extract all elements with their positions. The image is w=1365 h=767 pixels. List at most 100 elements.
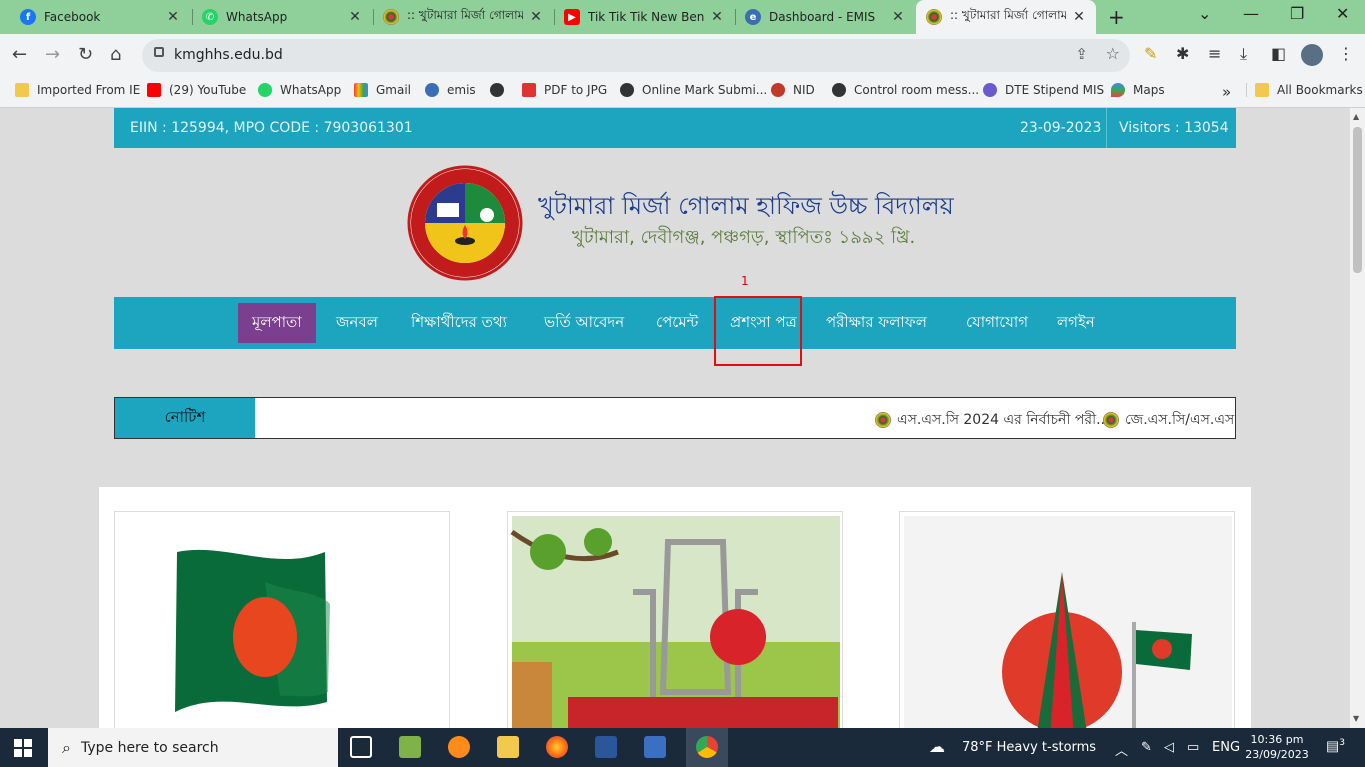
side-panel-icon[interactable]: ◧ <box>1271 44 1286 63</box>
reload-icon[interactable]: ↻ <box>78 44 93 65</box>
globe-icon <box>620 83 634 97</box>
app-icon[interactable] <box>399 736 421 758</box>
bookmark-whatsapp[interactable]: WhatsApp <box>258 83 341 97</box>
word-icon[interactable] <box>595 736 617 758</box>
nav-exam-results[interactable]: পরীক্ষার ফলাফল <box>826 297 927 349</box>
pen-icon[interactable]: ✎ <box>1141 740 1152 755</box>
extensions-puzzle-icon[interactable]: ✱ <box>1176 44 1189 63</box>
taskbar-search-box[interactable]: ⌕ Type here to search <box>48 728 338 767</box>
more-bookmarks-icon[interactable]: » <box>1222 83 1231 101</box>
search-app-icon[interactable] <box>448 736 470 758</box>
close-tab-icon[interactable]: ✕ <box>529 9 543 25</box>
weather-icon[interactable]: ☁ <box>929 737 945 756</box>
notice-text[interactable]: এস.এস.সি 2024 এর নির্বাচনী পরী... <box>897 408 1109 432</box>
share-icon[interactable]: ⇪ <box>1075 45 1088 63</box>
network-icon[interactable]: ▭ <box>1187 740 1199 755</box>
weather-text[interactable]: 78°F Heavy t-storms <box>962 740 1096 755</box>
profile-avatar[interactable] <box>1301 44 1323 66</box>
home-icon[interactable]: ⌂ <box>110 44 121 65</box>
school-logo-icon <box>926 9 942 25</box>
bookmark-maps[interactable]: Maps <box>1111 83 1165 97</box>
tab-school-active[interactable]: :: খুটামারা মির্জা গোলাম ✕ <box>916 0 1096 34</box>
close-tab-icon[interactable]: ✕ <box>1072 9 1086 25</box>
bookmark-dte-stipend[interactable]: DTE Stipend MIS <box>983 83 1104 97</box>
forward-icon[interactable]: → <box>45 44 60 65</box>
lock-icon <box>154 47 164 57</box>
notice-item[interactable]: এস.এস.সি 2024 এর নির্বাচনী পরী... <box>875 408 1109 432</box>
gallery-card-flag[interactable] <box>114 511 450 728</box>
school-address: খুটামারা, দেবীগঞ্জ, পঞ্চগড়, স্থাপিতঃ ১৯… <box>572 227 916 248</box>
nav-home[interactable]: মূলপাতা <box>238 303 316 343</box>
all-bookmarks[interactable]: All Bookmarks <box>1246 83 1363 97</box>
nav-contact[interactable]: যোগাযোগ <box>966 297 1028 349</box>
nav-login[interactable]: লগইন <box>1057 297 1095 349</box>
bookmark-imported-from-ie[interactable]: Imported From IE <box>15 83 140 97</box>
download-icon[interactable]: ⤓ <box>1240 44 1247 64</box>
new-tab-button[interactable]: + <box>1108 5 1125 29</box>
address-bar[interactable]: kmghhs.edu.bd ⇪ ☆ <box>142 39 1130 72</box>
maps-icon <box>1111 83 1125 97</box>
bookmark-label: Imported From IE <box>37 83 141 97</box>
tab-title: WhatsApp <box>226 10 288 24</box>
scroll-down-icon[interactable]: ▼ <box>1353 714 1359 723</box>
bookmark-label: emis <box>447 83 476 97</box>
tab-youtube[interactable]: ▶ Tik Tik Tik New Benga ✕ <box>554 0 734 34</box>
bookmark-label: Maps <box>1133 83 1165 97</box>
search-placeholder: Type here to search <box>80 739 219 756</box>
chrome-icon[interactable] <box>696 736 718 758</box>
bookmark-youtube[interactable]: (29) YouTube <box>147 83 246 97</box>
restore-icon[interactable]: ❐ <box>1290 4 1304 23</box>
bookmark-emis[interactable]: emis <box>425 83 476 97</box>
scrollbar-thumb[interactable] <box>1353 127 1362 273</box>
back-icon[interactable]: ← <box>12 44 27 65</box>
close-tab-icon[interactable]: ✕ <box>348 9 362 25</box>
gallery-card-shaheed-minar[interactable] <box>507 511 843 728</box>
clock[interactable]: 10:36 pm 23/09/2023 <box>1240 732 1314 762</box>
bookmark-globe[interactable] <box>490 83 512 97</box>
tab-emis[interactable]: e Dashboard - EMIS ✕ <box>735 0 915 34</box>
firefox-icon[interactable] <box>546 736 568 758</box>
tab-search-icon[interactable]: ⌄ <box>1198 4 1211 23</box>
tab-whatsapp[interactable]: ✆ WhatsApp ✕ <box>192 0 372 34</box>
whatsapp-icon: ✆ <box>202 9 218 25</box>
gallery-card-memorial[interactable] <box>899 511 1235 728</box>
tab-school[interactable]: :: খুটামারা মির্জা গোলাম ✕ <box>373 0 553 34</box>
start-windows-icon[interactable] <box>14 739 32 757</box>
extension-pen-icon[interactable]: ✎ <box>1144 44 1157 63</box>
bookmark-control-room[interactable]: Control room mess... <box>832 83 979 97</box>
close-window-icon[interactable]: ✕ <box>1336 4 1349 23</box>
minimize-icon[interactable]: — <box>1243 4 1259 23</box>
file-explorer-icon[interactable] <box>497 736 519 758</box>
bookmark-online-mark[interactable]: Online Mark Submi... <box>620 83 767 97</box>
menu-kebab-icon[interactable]: ⋮ <box>1338 44 1354 63</box>
volume-icon[interactable]: ◁ <box>1164 740 1174 755</box>
bookmark-pdf-to-jpg[interactable]: PDF to JPG <box>522 83 607 97</box>
word-document-icon[interactable] <box>644 736 666 758</box>
notice-label: নোটিশ <box>115 398 255 438</box>
scroll-up-icon[interactable]: ▲ <box>1353 112 1359 121</box>
notice-item[interactable]: জে.এস.সি/এস.এস.সি <box>1103 408 1235 432</box>
close-tab-icon[interactable]: ✕ <box>710 9 724 25</box>
url-text[interactable]: kmghhs.edu.bd <box>174 47 283 63</box>
close-tab-icon[interactable]: ✕ <box>891 9 905 25</box>
notice-ticker: নোটিশ এস.এস.সি 2024 এর নির্বাচনী পরী... … <box>114 397 1236 439</box>
bookmark-nid[interactable]: NID <box>771 83 815 97</box>
nav-payment[interactable]: পেমেন্ট <box>656 297 698 349</box>
nav-student-info[interactable]: শিক্ষার্থীদের তথ্য <box>411 297 507 349</box>
nav-admission[interactable]: ভর্তি আবেদন <box>544 297 624 349</box>
tab-facebook[interactable]: f Facebook ✕ <box>10 0 190 34</box>
clock-date: 23/09/2023 <box>1245 748 1309 761</box>
bookmark-star-icon[interactable]: ☆ <box>1106 44 1120 63</box>
notice-text[interactable]: জে.এস.সি/এস.এস.সি <box>1125 408 1235 432</box>
notification-icon[interactable]: ▤3 <box>1326 738 1345 755</box>
media-queue-icon[interactable]: ≡ <box>1208 44 1221 63</box>
tray-chevron-icon[interactable]: ︿ <box>1115 740 1128 759</box>
eiin-text: EIIN : 125994, MPO CODE : 7903061301 <box>130 120 413 136</box>
task-view-icon[interactable] <box>350 736 372 758</box>
school-logo[interactable] <box>407 165 523 281</box>
bookmark-label: NID <box>793 83 815 97</box>
nav-staff[interactable]: জনবল <box>336 297 378 349</box>
close-tab-icon[interactable]: ✕ <box>166 9 180 25</box>
language-indicator[interactable]: ENG <box>1212 740 1240 755</box>
bookmark-gmail[interactable]: Gmail <box>354 83 411 97</box>
